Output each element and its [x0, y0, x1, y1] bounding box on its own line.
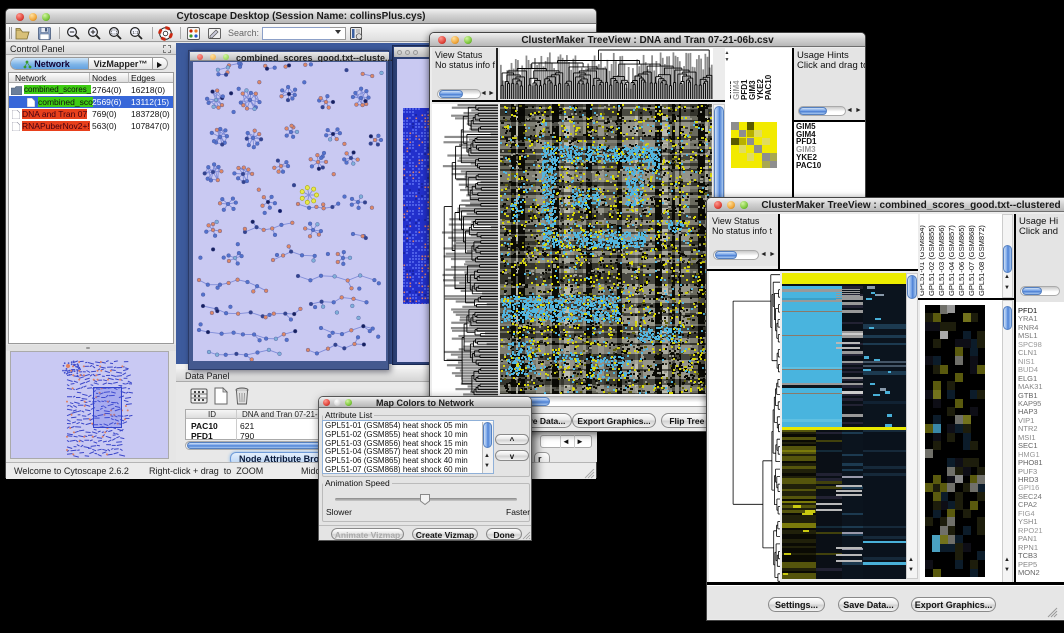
svg-text:1:1: 1:1	[132, 30, 139, 35]
